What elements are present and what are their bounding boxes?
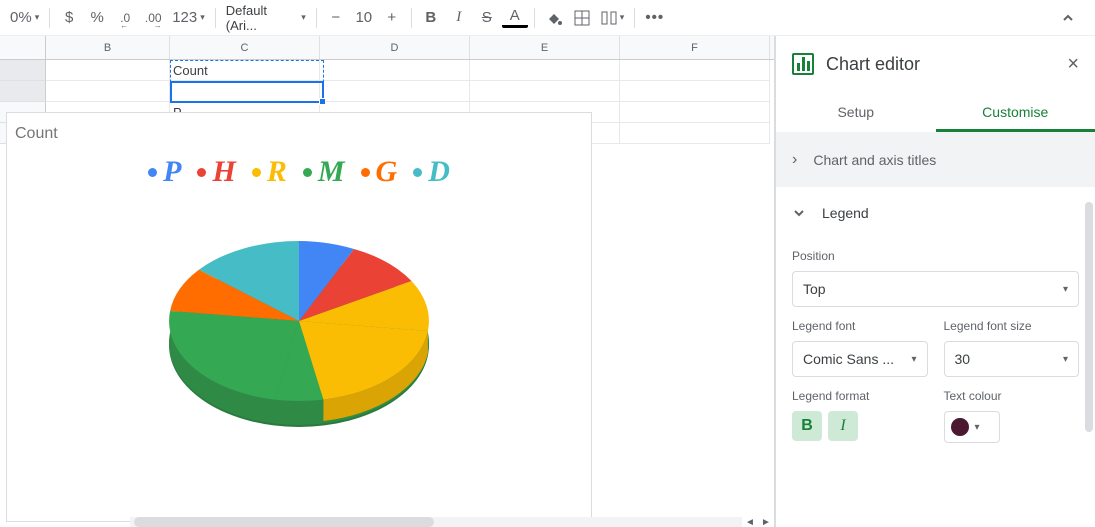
embedded-chart[interactable]: Count P H R M G D	[6, 112, 592, 522]
zoom-selector[interactable]: 0%	[6, 5, 43, 31]
legend-bold-button[interactable]: B	[792, 411, 822, 441]
bold-button[interactable]: B	[418, 5, 444, 31]
chart-editor-panel: Chart editor × Setup Customise › Chart a…	[775, 36, 1095, 527]
increase-decimal-button[interactable]: .00→	[140, 5, 166, 31]
font-size-input[interactable]: 10	[351, 5, 377, 31]
text-colour-label: Text colour	[944, 389, 1080, 403]
cell[interactable]	[320, 60, 470, 81]
column-header[interactable]: B	[46, 36, 170, 59]
borders-button[interactable]	[569, 5, 595, 31]
chevron-right-icon: ›	[792, 151, 797, 169]
tab-setup[interactable]: Setup	[776, 92, 936, 132]
number-format-button[interactable]: 123	[168, 5, 209, 31]
chart-icon	[792, 53, 814, 75]
borders-icon	[574, 10, 590, 26]
percent-button[interactable]: %	[84, 5, 110, 31]
section-legend-toggle[interactable]: Legend	[776, 189, 1095, 229]
scroll-left-button[interactable]: ◄	[742, 514, 758, 527]
strikethrough-button[interactable]: S	[474, 5, 500, 31]
text-color-button[interactable]: A	[502, 8, 528, 28]
cell[interactable]	[620, 60, 770, 81]
legend-item: H	[197, 155, 235, 189]
column-header[interactable]: E	[470, 36, 620, 59]
fill-icon	[545, 9, 563, 27]
chart-title: Count	[15, 125, 583, 143]
cell[interactable]	[46, 81, 170, 102]
section-chart-axis-titles[interactable]: › Chart and axis titles	[776, 132, 1095, 188]
italic-button[interactable]: I	[446, 5, 472, 31]
column-header[interactable]: C	[170, 36, 320, 59]
section-label: Legend	[822, 205, 869, 221]
column-header[interactable]: F	[620, 36, 770, 59]
scroll-right-button[interactable]: ►	[758, 514, 774, 527]
section-legend: Legend Position Top▾ Legend font Comic S…	[776, 188, 1095, 459]
row-number[interactable]	[0, 60, 46, 81]
column-headers: B C D E F	[0, 36, 774, 60]
legend-item: G	[361, 155, 398, 189]
spreadsheet-grid[interactable]: B C D E F Count	[0, 36, 775, 527]
cell[interactable]	[470, 60, 620, 81]
decrease-decimal-button[interactable]: .0←	[112, 5, 138, 31]
cell[interactable]	[46, 60, 170, 81]
cell[interactable]	[320, 81, 470, 102]
chart-legend: P H R M G D	[13, 155, 585, 189]
legend-format-label: Legend format	[792, 389, 928, 403]
cell[interactable]	[620, 123, 770, 144]
cell[interactable]	[470, 81, 620, 102]
cell[interactable]	[620, 81, 770, 102]
position-label: Position	[792, 249, 1079, 263]
section-label: Chart and axis titles	[813, 152, 936, 168]
legend-font-label: Legend font	[792, 319, 928, 333]
legend-font-size-select[interactable]: 30▾	[944, 341, 1080, 377]
row-number[interactable]	[0, 81, 46, 102]
chevron-up-icon	[1061, 11, 1075, 25]
cell[interactable]: Count	[170, 60, 320, 81]
legend-text-colour-picker[interactable]: ▾	[944, 411, 1000, 443]
font-family-selector[interactable]: Default (Ari...	[222, 5, 310, 31]
fill-color-button[interactable]	[541, 5, 567, 31]
cell[interactable]	[620, 102, 770, 123]
legend-item: P	[148, 155, 181, 189]
chevron-down-icon	[792, 206, 806, 220]
pie-chart	[139, 201, 459, 461]
merge-icon	[601, 11, 617, 25]
legend-position-select[interactable]: Top▾	[792, 271, 1079, 307]
panel-title: Chart editor	[826, 54, 1055, 75]
tab-customise[interactable]: Customise	[936, 92, 1095, 132]
toolbar: 0% $ % .0← .00→ 123 Default (Ari... − 10…	[0, 0, 1095, 36]
font-size-increase[interactable]: +	[379, 5, 405, 31]
column-header[interactable]: D	[320, 36, 470, 59]
panel-scrollbar[interactable]	[1081, 100, 1095, 527]
font-size-decrease[interactable]: −	[323, 5, 349, 31]
panel-tabs: Setup Customise	[776, 92, 1095, 132]
legend-font-select[interactable]: Comic Sans ...▾	[792, 341, 928, 377]
collapse-toolbar-button[interactable]	[1055, 5, 1081, 31]
cell[interactable]	[170, 81, 320, 102]
legend-font-size-label: Legend font size	[944, 319, 1080, 333]
legend-item: M	[303, 155, 345, 189]
close-panel-button[interactable]: ×	[1067, 53, 1079, 76]
horizontal-scrollbar[interactable]: ◄ ►	[130, 517, 774, 527]
currency-button[interactable]: $	[56, 5, 82, 31]
legend-italic-button[interactable]: I	[828, 411, 858, 441]
more-button[interactable]: •••	[641, 5, 668, 31]
legend-item: R	[252, 155, 287, 189]
legend-item: D	[413, 155, 450, 189]
merge-button[interactable]	[597, 5, 629, 31]
